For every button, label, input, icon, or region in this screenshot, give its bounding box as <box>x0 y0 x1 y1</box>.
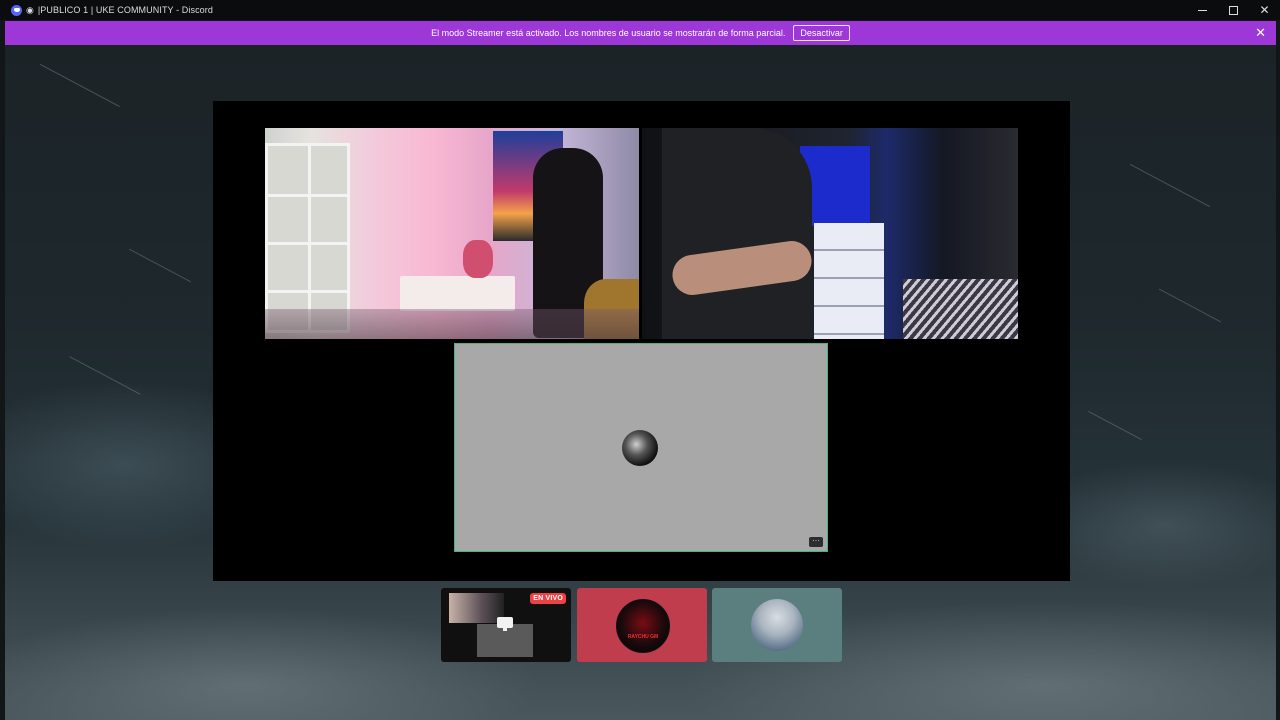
rain-streak <box>1130 163 1210 208</box>
discord-logo-icon <box>11 4 22 16</box>
camera-feed-2[interactable] <box>642 128 1018 339</box>
more-options-button[interactable]: ··· <box>809 537 823 547</box>
minimize-button[interactable] <box>1187 0 1218 20</box>
window-title: |PUBLICO 1 | UKE COMMUNITY - Discord <box>37 5 213 15</box>
floor-shape <box>265 309 639 339</box>
avatar <box>751 599 803 651</box>
rain-streak <box>40 63 120 108</box>
person-shape <box>662 128 812 339</box>
participant-tile-3[interactable] <box>712 588 842 662</box>
rain-streak <box>69 356 141 395</box>
user-avatar <box>622 430 658 466</box>
speaker-icon: ◉ <box>26 4 34 15</box>
live-badge: EN VIVO <box>530 593 566 604</box>
screen-share-icon <box>497 617 513 631</box>
bed-shape <box>903 279 1018 339</box>
rain-streak <box>1088 410 1142 441</box>
participant-tile-live[interactable]: EN VIVO <box>441 588 571 662</box>
banner-text: El modo Streamer está activado. Los nomb… <box>431 28 786 38</box>
rain-streak <box>1158 288 1222 323</box>
screen-share-tile[interactable]: ··· <box>454 343 828 552</box>
participant-tile-2[interactable]: RAYCHU GM <box>577 588 707 662</box>
close-window-button[interactable]: ✕ <box>1249 0 1280 20</box>
maximize-button[interactable] <box>1218 0 1249 20</box>
minimize-icon <box>1198 9 1207 11</box>
rain-streak <box>128 248 192 283</box>
camera-feed-1[interactable] <box>265 128 639 339</box>
avatar: RAYCHU GM <box>616 599 670 653</box>
avatar-logo-text: RAYCHU GM <box>627 634 659 640</box>
shelf-shape <box>265 143 350 333</box>
window-controls: ✕ <box>1187 0 1280 20</box>
dresser-shape <box>814 223 884 339</box>
deactivate-button[interactable]: Desactivar <box>793 25 850 41</box>
maximize-icon <box>1229 5 1238 15</box>
cabinet-shape <box>400 276 515 311</box>
plush-shape <box>463 240 493 278</box>
stream-thumbnail <box>449 593 504 623</box>
streamer-mode-banner: El modo Streamer está activado. Los nomb… <box>5 21 1276 45</box>
window-titlebar: ◉ |PUBLICO 1 | UKE COMMUNITY - Discord ✕ <box>0 0 1280 20</box>
close-icon[interactable]: ✕ <box>1255 26 1266 39</box>
